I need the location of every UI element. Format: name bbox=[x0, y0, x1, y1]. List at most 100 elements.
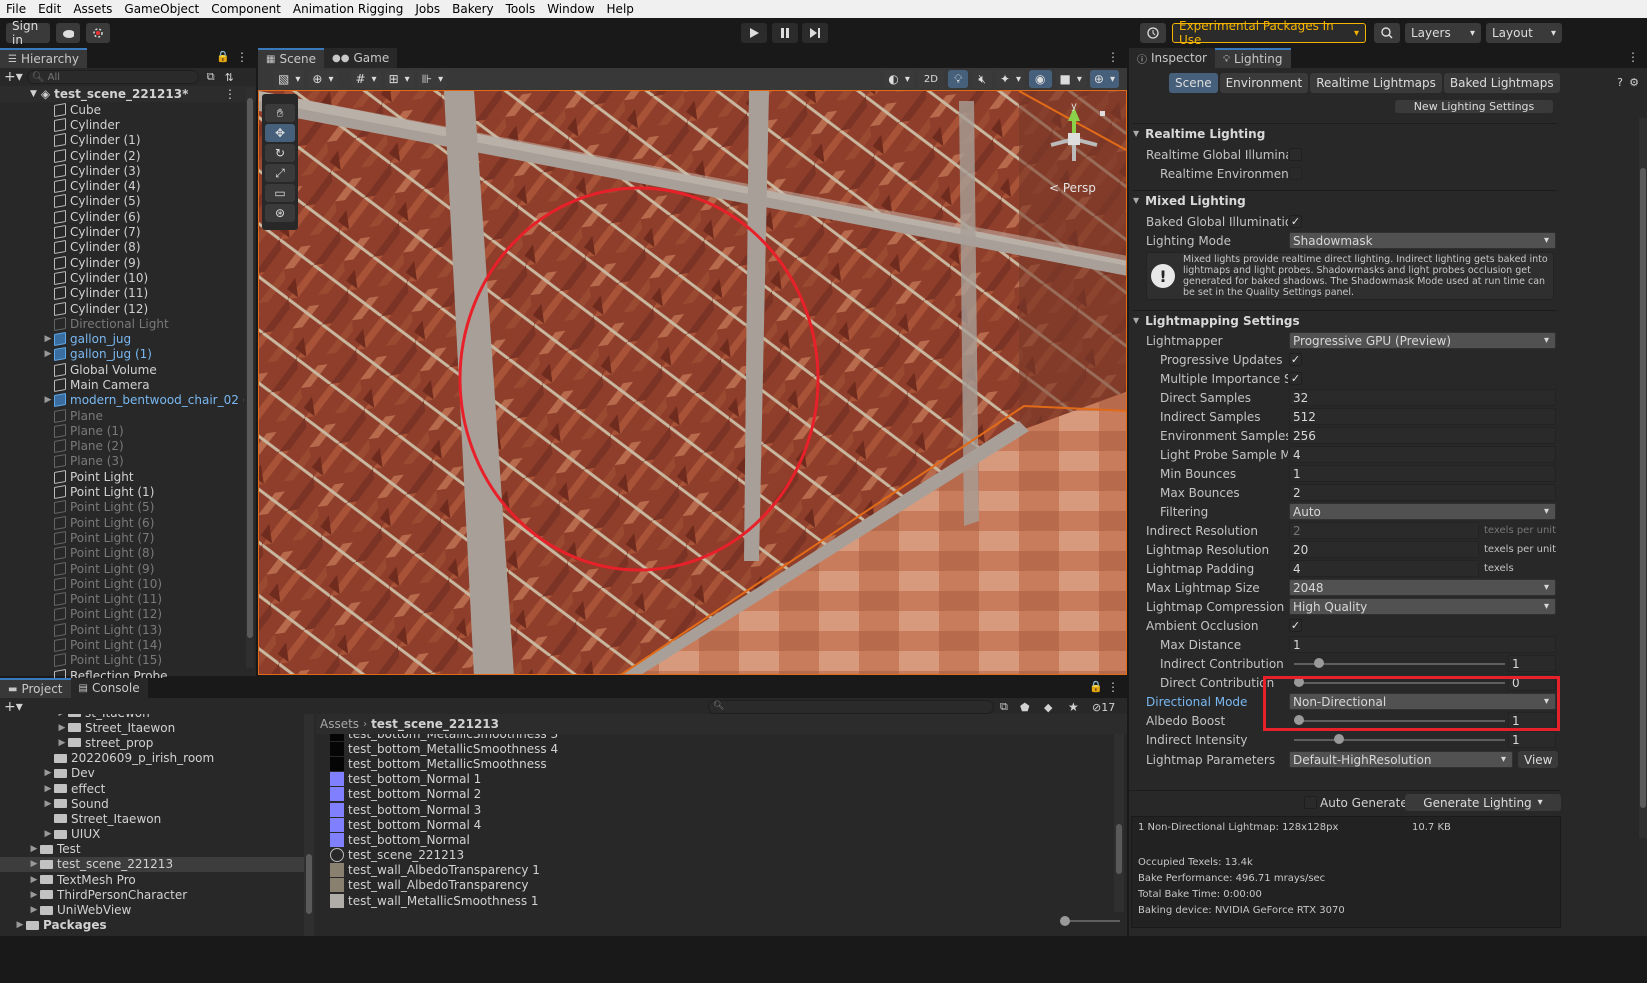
cloud-icon[interactable] bbox=[56, 23, 80, 43]
realtime-env-checkbox[interactable] bbox=[1289, 167, 1302, 180]
folder-item[interactable]: ▶ Packages bbox=[0, 918, 304, 933]
expand-arrow-icon[interactable]: ▶ bbox=[56, 723, 68, 733]
realtime-lighting-header[interactable]: Realtime Lighting bbox=[1133, 123, 1557, 143]
hierarchy-item[interactable]: Cylinder (1) bbox=[0, 133, 244, 148]
menu-item[interactable]: Edit bbox=[32, 0, 67, 18]
add-icon[interactable]: +▾ bbox=[4, 69, 23, 85]
hierarchy-item[interactable]: Plane (3) bbox=[0, 454, 244, 469]
realtime-gi-checkbox[interactable] bbox=[1289, 148, 1302, 161]
layout-dropdown[interactable]: Layout bbox=[1486, 23, 1562, 43]
sign-in-button[interactable]: Sign in bbox=[6, 19, 50, 47]
lightmap-resolution-field[interactable]: 20 bbox=[1289, 541, 1479, 558]
folder-item[interactable]: ▶ street_prop bbox=[0, 735, 304, 750]
tab-console[interactable]: ▤ Console bbox=[70, 678, 148, 698]
expand-arrow-icon[interactable]: ▶ bbox=[42, 334, 54, 344]
history-icon[interactable] bbox=[1140, 23, 1166, 43]
hierarchy-item[interactable]: Cylinder (12) bbox=[0, 301, 244, 316]
light-probe-multiplier-field[interactable]: 4 bbox=[1289, 446, 1556, 463]
tab-inspector[interactable]: ⓘ Inspector bbox=[1129, 48, 1215, 68]
folder-item[interactable]: Street_Itaewon bbox=[0, 811, 304, 826]
hierarchy-item[interactable]: Point Light bbox=[0, 469, 244, 484]
folder-item[interactable]: ▶ Dev bbox=[0, 766, 304, 781]
asset-item[interactable]: test_bottom_Normal 4 bbox=[330, 817, 1100, 832]
asset-item[interactable]: test_bottom_MetallicSmoothness 3 bbox=[330, 734, 1100, 741]
hierarchy-item[interactable]: Cylinder (2) bbox=[0, 148, 244, 163]
inspector-scrollbar[interactable] bbox=[1639, 118, 1647, 838]
lightmapper-dropdown[interactable]: Progressive GPU (Preview) bbox=[1289, 332, 1556, 349]
hierarchy-item[interactable]: Point Light (8) bbox=[0, 546, 244, 561]
lightmapping-settings-header[interactable]: Lightmapping Settings bbox=[1133, 310, 1557, 330]
scene-root-row[interactable]: ▼ ◈ test_scene_221213* ⋮ bbox=[0, 86, 256, 102]
create-icon[interactable]: +▾ bbox=[4, 699, 23, 715]
hierarchy-item[interactable]: Cylinder (8) bbox=[0, 240, 244, 255]
mixed-lighting-header[interactable]: Mixed Lighting bbox=[1133, 190, 1557, 210]
expand-arrow-icon[interactable]: ▶ bbox=[28, 890, 40, 900]
menu-item[interactable]: Assets bbox=[67, 0, 118, 18]
folder-item[interactable]: ▶ Test bbox=[0, 842, 304, 857]
indirect-resolution-field[interactable]: 2 bbox=[1289, 522, 1479, 539]
expand-arrow-icon[interactable]: ▶ bbox=[28, 905, 40, 915]
rotate-tool-icon[interactable]: ↻ bbox=[265, 144, 295, 162]
hierarchy-item[interactable]: Point Light (11) bbox=[0, 592, 244, 607]
ruler-dropdown[interactable]: ⊪ bbox=[417, 70, 448, 88]
multiple-importance-checkbox[interactable]: ✓ bbox=[1289, 372, 1302, 385]
rect-tool-icon[interactable]: ▭ bbox=[265, 184, 295, 202]
folder-item[interactable]: ▶ UIUX bbox=[0, 827, 304, 842]
camera-dropdown[interactable]: ■ bbox=[1055, 70, 1086, 88]
menu-item[interactable]: Component bbox=[205, 0, 287, 18]
sort-icon[interactable]: ⇅ bbox=[225, 71, 234, 84]
collab-icon[interactable] bbox=[86, 23, 110, 43]
hierarchy-search-input[interactable]: 🔍︎ All bbox=[26, 70, 199, 84]
asset-item[interactable]: test_bottom_MetallicSmoothness bbox=[330, 756, 1100, 771]
folder-item[interactable]: ▶ test_scene_221213 bbox=[0, 856, 304, 873]
expand-arrow-icon[interactable]: ▶ bbox=[42, 395, 54, 405]
help-icon[interactable]: ? bbox=[1617, 76, 1623, 89]
project-search-input[interactable]: 🔍︎ bbox=[708, 700, 994, 714]
lightmap-padding-field[interactable]: 4 bbox=[1289, 560, 1479, 577]
expand-arrow-icon[interactable]: ▶ bbox=[56, 714, 68, 718]
scene-menu-icon[interactable]: ⋮ bbox=[224, 87, 236, 101]
hierarchy-item[interactable]: Cube bbox=[0, 102, 244, 117]
hierarchy-item[interactable]: Directional Light bbox=[0, 316, 244, 331]
hierarchy-item[interactable]: Cylinder (10) bbox=[0, 270, 244, 285]
tab-hierarchy[interactable]: ☰ Hierarchy bbox=[0, 48, 87, 68]
lighting-mode-dropdown[interactable]: Shadowmask bbox=[1289, 232, 1556, 249]
max-distance-field[interactable]: 1 bbox=[1289, 636, 1556, 653]
folder-item[interactable]: 20220609_p_irish_room bbox=[0, 751, 304, 766]
indirect-contribution-field[interactable]: 1 bbox=[1508, 655, 1556, 672]
view-parameters-button[interactable]: View bbox=[1518, 751, 1559, 768]
hierarchy-item[interactable]: ▶ gallon_jug (1) bbox=[0, 347, 244, 362]
hierarchy-item[interactable]: Point Light (6) bbox=[0, 515, 244, 530]
expand-arrow-icon[interactable]: ▶ bbox=[42, 768, 54, 778]
filtering-dropdown[interactable]: Auto bbox=[1289, 503, 1556, 520]
search-icon[interactable] bbox=[1374, 23, 1400, 43]
min-bounces-field[interactable]: 1 bbox=[1289, 465, 1556, 482]
hierarchy-item[interactable]: Point Light (9) bbox=[0, 561, 244, 576]
hierarchy-item[interactable]: Point Light (5) bbox=[0, 500, 244, 515]
asset-item[interactable]: test_scene_221213 bbox=[330, 848, 1100, 863]
lock-icon[interactable]: 🔒 bbox=[216, 50, 230, 63]
max-lightmap-size-dropdown[interactable]: 2048 bbox=[1289, 579, 1556, 596]
type-filter-icon[interactable]: ⬟ bbox=[1020, 701, 1030, 714]
expand-arrow-icon[interactable]: ▶ bbox=[14, 920, 26, 930]
scale-tool-icon[interactable]: ⤢ bbox=[265, 164, 295, 182]
expand-arrow-icon[interactable]: ▶ bbox=[28, 875, 40, 885]
breadcrumb-assets[interactable]: Assets bbox=[320, 717, 359, 731]
indirect-intensity-slider[interactable] bbox=[1289, 731, 1505, 748]
subtab-baked-lightmaps[interactable]: Baked Lightmaps bbox=[1443, 73, 1560, 93]
hidden-count-icon[interactable]: ⊘17 bbox=[1092, 701, 1115, 714]
hierarchy-item[interactable]: Cylinder (5) bbox=[0, 194, 244, 209]
hierarchy-scrollbar[interactable] bbox=[246, 88, 254, 668]
asset-item[interactable]: test_bottom_Normal bbox=[330, 832, 1100, 847]
effects-dropdown[interactable]: ✦ bbox=[995, 70, 1026, 88]
folder-item[interactable]: ▶ Street_Itaewon bbox=[0, 720, 304, 735]
hierarchy-item[interactable]: Cylinder (7) bbox=[0, 224, 244, 240]
hierarchy-item[interactable]: Cylinder (3) bbox=[0, 163, 244, 178]
draw-mode-dropdown[interactable]: ▧ bbox=[274, 70, 305, 88]
asset-item[interactable]: test_wall_AlbedoTransparency bbox=[330, 878, 1100, 893]
shading-dropdown[interactable]: ◐ bbox=[884, 70, 914, 88]
hierarchy-item[interactable]: ▶ gallon_jug bbox=[0, 331, 244, 347]
project-lock-icon[interactable]: 🔒 bbox=[1089, 680, 1103, 693]
hierarchy-item[interactable]: Point Light (14) bbox=[0, 637, 244, 653]
expand-arrow-icon[interactable]: ▶ bbox=[28, 844, 40, 854]
